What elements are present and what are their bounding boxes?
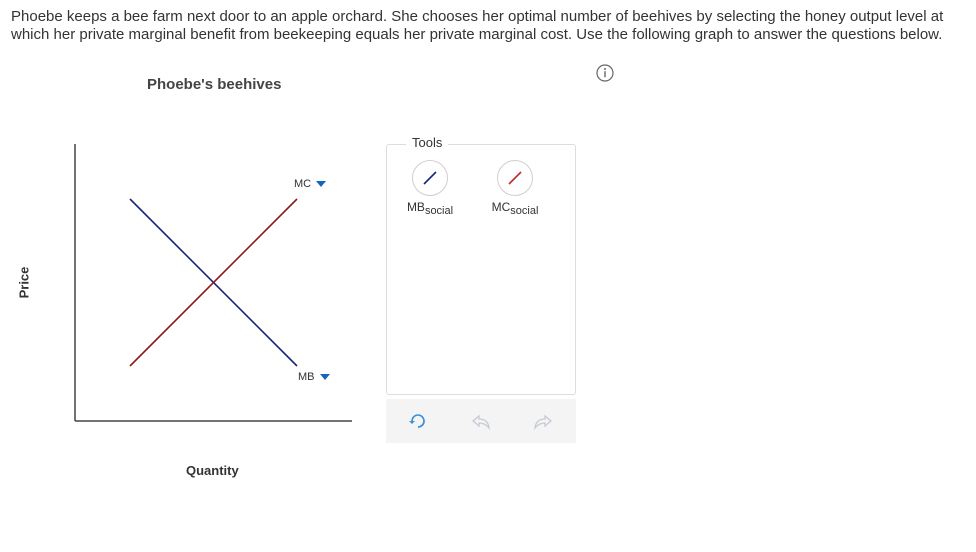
mc-curve-label[interactable]: MC: [294, 178, 327, 190]
mc-social-tool-label: MCsocial: [491, 200, 539, 217]
mc-social-tool-button[interactable]: [497, 160, 533, 196]
reset-button[interactable]: [406, 409, 430, 433]
mc-label-text: MC: [294, 178, 312, 190]
mc-social-tool[interactable]: MCsocial: [480, 160, 550, 217]
line-tool-icon: [423, 171, 437, 185]
redo-icon: [534, 414, 553, 431]
line-tool-icon: [508, 171, 522, 185]
undo-button[interactable]: [469, 409, 493, 433]
tool-bar: [386, 399, 576, 443]
mb-curve-label[interactable]: MB: [298, 371, 330, 383]
mb-label-text: MB: [298, 371, 315, 383]
reset-icon: [409, 414, 425, 428]
caret-down-icon: [319, 374, 330, 380]
mb-social-tool-label: MBsocial: [406, 200, 454, 217]
mb-social-tool[interactable]: MBsocial: [395, 160, 465, 217]
mb-social-tool-button[interactable]: [412, 160, 448, 196]
redo-button[interactable]: [531, 409, 555, 433]
caret-down-icon: [316, 181, 327, 187]
undo-icon: [471, 414, 490, 431]
tools-title: Tools: [406, 135, 449, 150]
